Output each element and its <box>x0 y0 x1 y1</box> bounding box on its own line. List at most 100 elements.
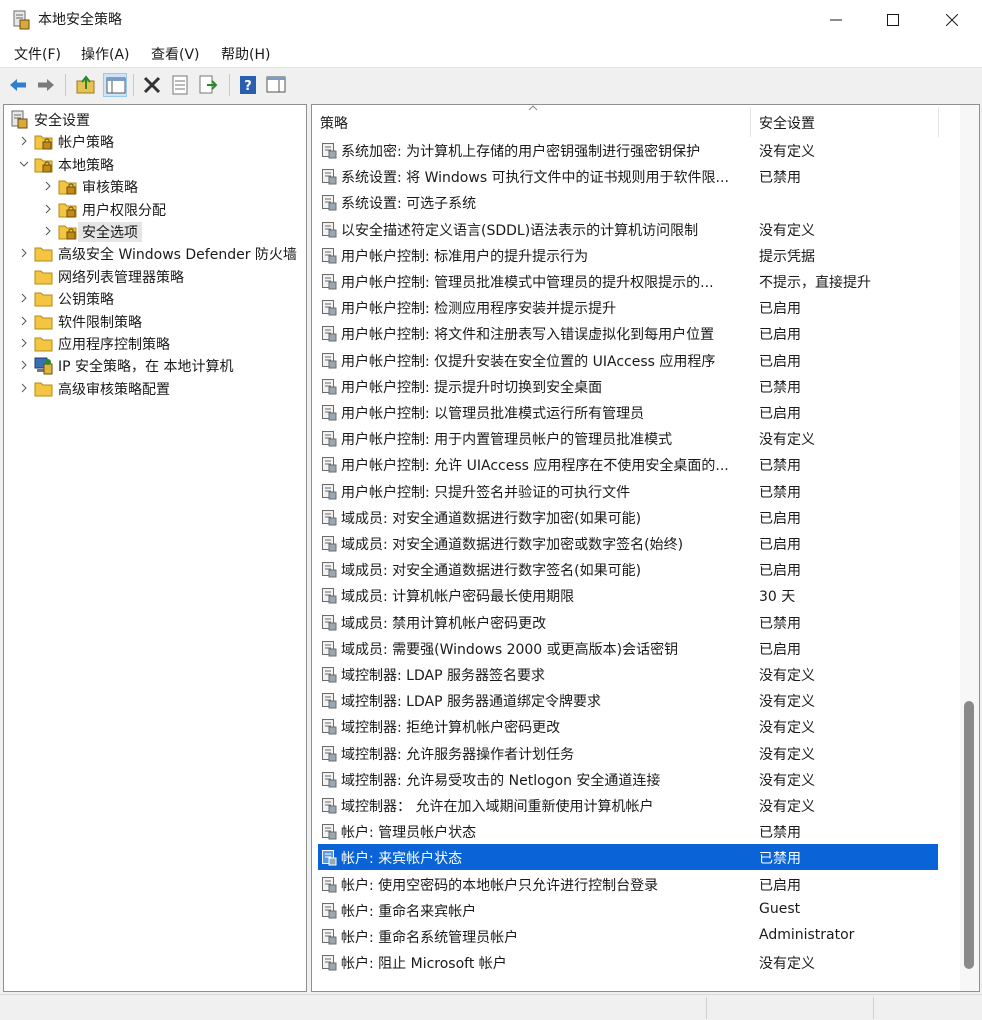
chevron-down-icon[interactable] <box>18 158 30 170</box>
close-button[interactable] <box>929 0 975 40</box>
policy-row[interactable]: 系统设置: 将 Windows 可执行文件中的证书规则用于软件限... 已禁用 <box>318 163 938 189</box>
console-tree-icon <box>106 77 126 94</box>
policy-row[interactable]: 域控制器: LDAP 服务器签名要求 没有定义 <box>318 661 938 687</box>
chevron-right-icon[interactable] <box>18 292 30 304</box>
policy-row[interactable]: 域成员: 计算机帐户密码最长使用期限 30 天 <box>318 582 938 608</box>
policy-name: 帐户: 管理员帐户状态 <box>341 825 477 842</box>
chevron-right-icon[interactable] <box>42 225 54 237</box>
policy-name: 系统加密: 为计算机上存储的用户密钥强制进行强密钥保护 <box>341 144 701 160</box>
policy-row[interactable]: 用户帐户控制: 以管理员批准模式运行所有管理员 已启用 <box>318 399 938 425</box>
policy-row[interactable]: 帐户: 阻止 Microsoft 帐户 没有定义 <box>318 949 938 975</box>
back-button[interactable] <box>6 73 30 97</box>
policy-setting-value: 没有定义 <box>759 222 815 239</box>
tree-item[interactable]: 本地策略 <box>10 153 306 175</box>
column-policy[interactable]: 策略 <box>320 113 348 133</box>
column-security-setting[interactable]: 安全设置 <box>759 113 815 133</box>
tree-item-label: 安全选项 <box>78 222 142 242</box>
policy-name: 域控制器: 允许易受攻击的 Netlogon 安全通道连接 <box>341 772 661 789</box>
show-hide-tree-button[interactable] <box>103 73 127 97</box>
tree-item[interactable]: 高级安全 Windows Defender 防火墙 <box>10 242 306 264</box>
policy-row[interactable]: 域成员: 需要强(Windows 2000 或更高版本)会话密钥 已启用 <box>318 635 938 661</box>
chevron-right-icon[interactable] <box>42 203 54 215</box>
tree-item[interactable]: 软件限制策略 <box>10 310 306 332</box>
tree-item[interactable]: 网络列表管理器策略 <box>10 265 306 287</box>
minimize-button[interactable] <box>813 0 859 40</box>
policy-row[interactable]: 用户帐户控制: 标准用户的提升提示行为 提示凭据 <box>318 242 938 268</box>
menu-action[interactable]: 操作(A) <box>81 44 130 64</box>
policy-row[interactable]: 域成员: 禁用计算机帐户密码更改 已禁用 <box>318 609 938 635</box>
policy-item-icon <box>322 955 337 971</box>
tree-item[interactable]: IP 安全策略，在 本地计算机 <box>10 354 306 376</box>
column-divider[interactable] <box>750 107 751 137</box>
maximize-button[interactable] <box>870 0 916 40</box>
tree-item[interactable]: 帐户策略 <box>10 130 306 152</box>
tree-item[interactable]: 应用程序控制策略 <box>10 332 306 354</box>
policy-item-icon <box>322 798 337 814</box>
policy-row[interactable]: 帐户: 来宾帐户状态 已禁用 <box>318 844 938 871</box>
tree-item[interactable]: 公钥策略 <box>10 287 306 309</box>
menu-view[interactable]: 查看(V) <box>151 44 200 64</box>
policy-item-icon <box>322 562 337 578</box>
policy-row[interactable]: 用户帐户控制: 检测应用程序安装并提示提升 已启用 <box>318 294 938 320</box>
policy-row[interactable]: 用户帐户控制: 仅提升安装在安全位置的 UIAccess 应用程序 已启用 <box>318 347 938 373</box>
tree-item[interactable]: 安全设置 <box>10 108 306 130</box>
policy-row[interactable]: 域成员: 对安全通道数据进行数字加密(如果可能) 已启用 <box>318 504 938 530</box>
tree-item[interactable]: 用户权限分配 <box>10 198 306 220</box>
policy-row[interactable]: 系统加密: 为计算机上存储的用户密钥强制进行强密钥保护 没有定义 <box>318 137 938 163</box>
chevron-right-icon[interactable] <box>18 359 30 371</box>
help-button[interactable]: ? <box>236 73 260 97</box>
policy-row[interactable]: 用户帐户控制: 用于内置管理员帐户的管理员批准模式 没有定义 <box>318 425 938 451</box>
tree-item-label: 公钥策略 <box>58 292 114 309</box>
menu-help[interactable]: 帮助(H) <box>221 44 270 64</box>
policy-setting-value: 已禁用 <box>759 615 801 632</box>
policy-setting-value: 已启用 <box>759 877 801 894</box>
policy-row[interactable]: 域控制器: LDAP 服务器通道绑定令牌要求 没有定义 <box>318 687 938 713</box>
export-list-button[interactable] <box>196 73 220 97</box>
policy-row[interactable]: 系统设置: 可选子系统 <box>318 189 938 215</box>
tree-item[interactable]: 安全选项 <box>10 220 306 242</box>
chevron-right-icon[interactable] <box>18 315 30 327</box>
show-action-pane-button[interactable] <box>264 73 288 97</box>
policy-row[interactable]: 用户帐户控制: 允许 UIAccess 应用程序在不使用安全桌面的... 已禁用 <box>318 451 938 477</box>
scrollbar-thumb[interactable] <box>964 701 974 969</box>
tree-item[interactable]: 审核策略 <box>10 175 306 197</box>
toolbar: ? <box>0 67 982 101</box>
policy-item-icon <box>322 169 337 185</box>
policy-row[interactable]: 帐户: 管理员帐户状态 已禁用 <box>318 818 938 844</box>
policy-row[interactable]: 以安全描述符定义语言(SDDL)语法表示的计算机访问限制 没有定义 <box>318 216 938 242</box>
policy-row[interactable]: 用户帐户控制: 管理员批准模式中管理员的提升权限提示的... 不提示，直接提升 <box>318 268 938 294</box>
vertical-scrollbar[interactable] <box>960 105 979 991</box>
folder-icon <box>34 382 53 397</box>
policy-name: 帐户: 来宾帐户状态 <box>341 851 463 868</box>
chevron-right-icon[interactable] <box>18 337 30 349</box>
policy-row[interactable]: 用户帐户控制: 将文件和注册表写入错误虚拟化到每用户位置 已启用 <box>318 320 938 346</box>
properties-button[interactable] <box>168 73 192 97</box>
policy-row[interactable]: 域成员: 对安全通道数据进行数字加密或数字签名(始终) 已启用 <box>318 530 938 556</box>
policy-setting-value: 没有定义 <box>759 720 815 737</box>
policy-row[interactable]: 用户帐户控制: 只提升签名并验证的可执行文件 已禁用 <box>318 478 938 504</box>
chevron-right-icon[interactable] <box>18 247 30 259</box>
policy-row[interactable]: 域控制器: 允许易受攻击的 Netlogon 安全通道连接 没有定义 <box>318 766 938 792</box>
chevron-right-icon[interactable] <box>42 180 54 192</box>
delete-button[interactable] <box>140 73 164 97</box>
tree-item[interactable]: 高级审核策略配置 <box>10 377 306 399</box>
policy-row[interactable]: 帐户: 使用空密码的本地帐户只允许进行控制台登录 已启用 <box>318 871 938 897</box>
policy-setting-value: 已启用 <box>759 641 801 658</box>
export-list-icon <box>199 75 218 94</box>
policy-name: 用户帐户控制: 用于内置管理员帐户的管理员批准模式 <box>341 432 673 449</box>
column-divider[interactable] <box>938 107 939 137</box>
policy-row[interactable]: 帐户: 重命名系统管理员帐户 Administrator <box>318 923 938 949</box>
policy-row[interactable]: 域成员: 对安全通道数据进行数字签名(如果可能) 已启用 <box>318 556 938 582</box>
policy-row[interactable]: 用户帐户控制: 提示提升时切换到安全桌面 已禁用 <box>318 373 938 399</box>
policy-row[interactable]: 域控制器: 允许服务器操作者计划任务 没有定义 <box>318 740 938 766</box>
policy-row[interactable]: 帐户: 重命名来宾帐户 Guest <box>318 897 938 923</box>
menu-file[interactable]: 文件(F) <box>14 44 61 64</box>
up-level-button[interactable] <box>74 73 98 97</box>
forward-button[interactable] <box>34 73 58 97</box>
chevron-right-icon[interactable] <box>18 135 30 147</box>
policy-row[interactable]: 域控制器: 拒绝计算机帐户密码更改 没有定义 <box>318 713 938 739</box>
policy-item-icon <box>322 300 337 316</box>
chevron-right-icon[interactable] <box>18 382 30 394</box>
policy-setting-value: 已启用 <box>759 510 801 527</box>
policy-row[interactable]: 域控制器： 允许在加入域期间重新使用计算机帐户 没有定义 <box>318 792 938 818</box>
